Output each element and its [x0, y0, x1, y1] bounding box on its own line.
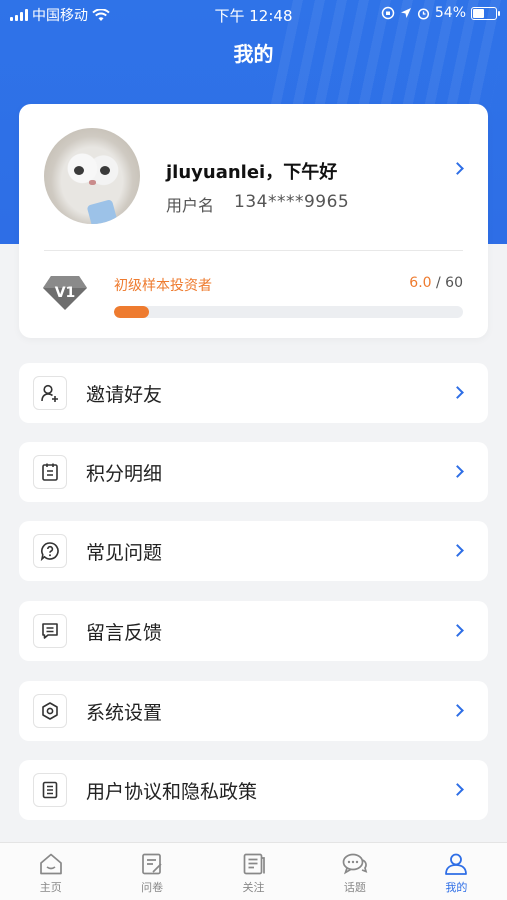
- question-icon: [33, 534, 67, 568]
- score-total: 60: [445, 275, 463, 291]
- bottom-tab-bar: 主页 问卷 关注 话题 我的: [0, 842, 507, 900]
- level-progress-fill: [114, 306, 149, 318]
- username-label: 用户名: [166, 196, 215, 215]
- tab-topic[interactable]: 话题: [304, 843, 405, 900]
- tab-home[interactable]: 主页: [0, 843, 101, 900]
- points-list-icon: [33, 455, 67, 489]
- rotation-lock-icon: [381, 6, 395, 20]
- level-name: 初级样本投资者: [114, 278, 212, 294]
- chevron-right-icon: [451, 624, 464, 637]
- alarm-icon: [417, 7, 429, 20]
- tab-survey[interactable]: 问卷: [101, 843, 202, 900]
- location-icon: [400, 8, 411, 18]
- score-current: 6.0: [409, 275, 432, 291]
- topic-icon: [342, 853, 368, 875]
- menu-item-system-settings[interactable]: 系统设置: [19, 681, 488, 741]
- menu-label: 用户协议和隐私政策: [86, 781, 258, 803]
- user-greeting[interactable]: jluyuanlei，下午好: [166, 158, 337, 184]
- divider: [44, 250, 463, 251]
- status-bar: 中国移动 下午 12:48 54%: [0, 0, 507, 28]
- level-badge-icon: V1: [43, 276, 87, 310]
- profile-card: jluyuanlei，下午好 用户名 134****9965 V1 初级样本投资…: [19, 104, 488, 338]
- profile-icon: [445, 853, 468, 875]
- phone-number: 134****9965: [234, 192, 350, 212]
- tab-label: 问卷: [141, 881, 164, 894]
- battery-fill: [473, 8, 485, 18]
- home-icon: [39, 853, 62, 875]
- user-info-line: 用户名 134****9965: [166, 192, 349, 216]
- invite-user-icon: [33, 376, 67, 410]
- chevron-right-icon: [451, 386, 464, 399]
- settings-icon: [33, 694, 67, 728]
- menu-item-faq[interactable]: 常见问题: [19, 521, 488, 581]
- battery-icon: [471, 6, 500, 20]
- avatar[interactable]: [44, 128, 140, 224]
- menu-label: 常见问题: [86, 542, 163, 564]
- menu-label: 邀请好友: [86, 384, 163, 406]
- level-score: 6.0 / 60: [409, 275, 463, 291]
- page-title: 我的: [233, 42, 274, 66]
- tab-profile[interactable]: 我的: [406, 843, 507, 900]
- profile-chevron-icon[interactable]: [451, 162, 464, 175]
- tab-label: 主页: [39, 881, 62, 894]
- menu-item-user-agreement[interactable]: 用户协议和隐私政策: [19, 760, 488, 820]
- menu-item-invite-friends[interactable]: 邀请好友: [19, 363, 488, 423]
- tab-label: 话题: [343, 881, 366, 894]
- agreement-icon: [33, 773, 67, 807]
- chevron-right-icon: [451, 465, 464, 478]
- menu-item-points-detail[interactable]: 积分明细: [19, 442, 488, 502]
- survey-icon: [142, 853, 162, 875]
- chevron-right-icon: [451, 544, 464, 557]
- tab-label: 我的: [445, 881, 468, 894]
- level-badge-text: V1: [55, 285, 76, 301]
- tab-follow[interactable]: 关注: [203, 843, 304, 900]
- menu-label: 留言反馈: [86, 622, 163, 644]
- menu-label: 积分明细: [86, 463, 163, 485]
- follow-icon: [243, 853, 265, 875]
- chevron-right-icon: [451, 783, 464, 796]
- message-icon: [33, 614, 67, 648]
- tab-label: 关注: [242, 881, 265, 894]
- battery-percent: 54%: [434, 5, 466, 21]
- level-progress-bar: [114, 306, 463, 318]
- menu-item-feedback[interactable]: 留言反馈: [19, 601, 488, 661]
- chevron-right-icon: [451, 704, 464, 717]
- menu-label: 系统设置: [86, 702, 163, 724]
